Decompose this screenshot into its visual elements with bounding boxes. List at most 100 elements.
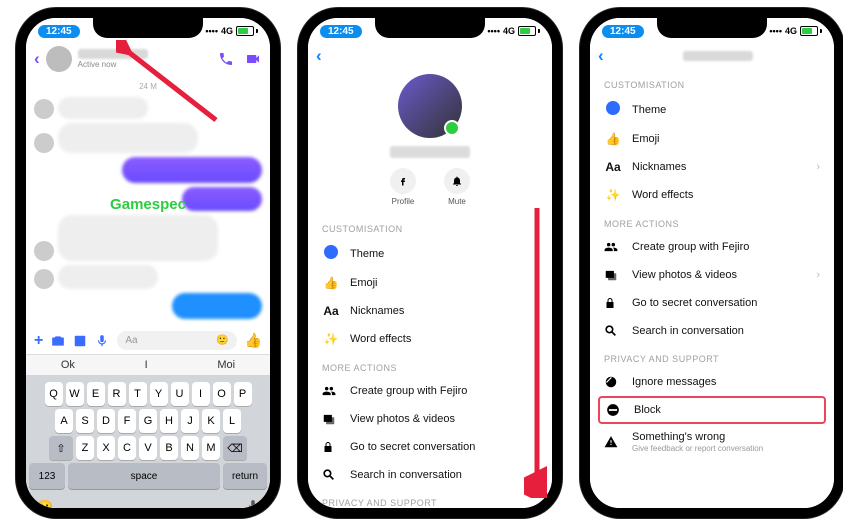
back-button[interactable]: ‹ <box>598 46 604 66</box>
key-t[interactable]: T <box>129 382 147 406</box>
key-123[interactable]: 123 <box>29 463 65 489</box>
watermark: Gamespec <box>110 196 186 213</box>
item-nicknames[interactable]: AaNicknames› <box>308 297 552 325</box>
key-x[interactable]: X <box>97 436 115 460</box>
key-v[interactable]: V <box>139 436 157 460</box>
item-word-effects[interactable]: ✨Word effects <box>308 325 552 353</box>
key-shift[interactable]: ⇧ <box>49 436 73 460</box>
back-button[interactable]: ‹ <box>316 46 322 66</box>
gallery-icon[interactable] <box>73 334 87 348</box>
key-return[interactable]: return <box>223 463 267 489</box>
key-k[interactable]: K <box>202 409 220 433</box>
key-a[interactable]: A <box>55 409 73 433</box>
people-icon <box>322 384 340 398</box>
key-l[interactable]: L <box>223 409 241 433</box>
facebook-icon <box>390 168 416 194</box>
item-word-effects[interactable]: ✨Word effects <box>590 181 834 209</box>
keyboard-suggestions[interactable]: Ok I Moi <box>26 354 270 375</box>
lock-icon <box>322 440 340 454</box>
lock-icon <box>604 296 622 310</box>
avatar[interactable] <box>46 46 72 72</box>
key-w[interactable]: W <box>66 382 84 406</box>
people-icon <box>604 240 622 254</box>
item-view-photos[interactable]: View photos & videos› <box>308 405 552 433</box>
key-backspace[interactable]: ⌫ <box>223 436 247 460</box>
key-y[interactable]: Y <box>150 382 168 406</box>
mic-icon[interactable] <box>95 334 109 348</box>
photos-icon <box>604 268 622 282</box>
sparkle-icon: ✨ <box>604 188 622 202</box>
profile-header: Profile Mute <box>308 70 552 214</box>
emoji-kb-icon[interactable]: 😀 <box>36 499 53 508</box>
key-g[interactable]: G <box>139 409 157 433</box>
contact-name-blur <box>390 146 470 158</box>
avatar-large[interactable] <box>398 74 462 138</box>
key-z[interactable]: Z <box>76 436 94 460</box>
section-customisation: CUSTOMISATION <box>308 214 552 238</box>
key-u[interactable]: U <box>171 382 189 406</box>
key-s[interactable]: S <box>76 409 94 433</box>
key-space[interactable]: space <box>68 463 220 489</box>
chevron-right-icon: › <box>816 269 820 281</box>
phone-chat: 12:45 ••••4G ‹ Active now 2 <box>16 8 280 518</box>
key-q[interactable]: Q <box>45 382 63 406</box>
key-r[interactable]: R <box>108 382 126 406</box>
key-p[interactable]: P <box>234 382 252 406</box>
sugg-2[interactable]: I <box>145 359 148 371</box>
item-theme[interactable]: Theme <box>590 94 834 125</box>
item-somethings-wrong[interactable]: Something's wrongGive feedback or report… <box>590 424 834 460</box>
item-nicknames[interactable]: AaNicknames› <box>590 153 834 181</box>
input-placeholder: Aa <box>125 335 137 346</box>
presence-dot <box>444 120 460 136</box>
status-time: 12:45 <box>602 25 644 38</box>
key-b[interactable]: B <box>160 436 178 460</box>
phone-settings-top: 12:45 ••••4G ‹ Profile Mute CUSTOMISATIO… <box>298 8 562 518</box>
search-icon <box>322 468 340 481</box>
keyboard[interactable]: QWERTYUIOP ASDFGHJKL ⇧ZXCVBNM⌫ 123 space… <box>26 375 270 495</box>
section-privacy: PRIVACY AND SUPPORT <box>308 488 552 508</box>
video-icon[interactable] <box>244 51 262 67</box>
sparkle-icon: ✨ <box>322 332 340 346</box>
quick-profile[interactable]: Profile <box>390 168 416 206</box>
item-view-photos[interactable]: View photos & videos› <box>590 261 834 289</box>
key-f[interactable]: F <box>118 409 136 433</box>
message-input[interactable]: Aa 🙂 <box>117 331 236 350</box>
item-theme[interactable]: Theme <box>308 238 552 269</box>
quick-mute[interactable]: Mute <box>444 168 470 206</box>
emoji-in-input-icon[interactable]: 🙂 <box>216 335 228 346</box>
annotation-arrow-header <box>116 40 226 130</box>
key-j[interactable]: J <box>181 409 199 433</box>
item-create-group[interactable]: Create group with Fejiro <box>590 233 834 261</box>
item-block[interactable]: Block <box>598 396 826 424</box>
block-icon <box>606 403 624 417</box>
dictate-icon[interactable] <box>246 499 260 508</box>
item-create-group[interactable]: Create group with Fejiro <box>308 377 552 405</box>
sugg-3[interactable]: Moi <box>217 359 235 371</box>
photos-icon <box>322 412 340 426</box>
section-privacy: PRIVACY AND SUPPORT <box>590 344 834 368</box>
item-ignore-messages[interactable]: Ignore messages <box>590 368 834 396</box>
item-emoji[interactable]: 👍Emoji <box>590 125 834 153</box>
sugg-1[interactable]: Ok <box>61 359 75 371</box>
item-secret-conversation[interactable]: Go to secret conversation <box>590 289 834 317</box>
text-icon: Aa <box>604 160 622 174</box>
key-e[interactable]: E <box>87 382 105 406</box>
item-secret-conversation[interactable]: Go to secret conversation <box>308 433 552 461</box>
camera-icon[interactable] <box>51 334 65 348</box>
thumbs-up-icon: 👍 <box>322 276 340 290</box>
status-time: 12:45 <box>320 25 362 38</box>
key-o[interactable]: O <box>213 382 231 406</box>
notch <box>375 16 485 38</box>
key-i[interactable]: I <box>192 382 210 406</box>
plus-icon[interactable]: + <box>34 332 43 350</box>
key-c[interactable]: C <box>118 436 136 460</box>
like-icon[interactable]: 👍 <box>245 332 262 349</box>
item-search-in-conversation[interactable]: Search in conversation <box>590 317 834 344</box>
key-h[interactable]: H <box>160 409 178 433</box>
key-m[interactable]: M <box>202 436 220 460</box>
key-d[interactable]: D <box>97 409 115 433</box>
back-button[interactable]: ‹ <box>34 49 40 69</box>
item-search-in-conversation[interactable]: Search in conversation <box>308 461 552 488</box>
key-n[interactable]: N <box>181 436 199 460</box>
item-emoji[interactable]: 👍Emoji <box>308 269 552 297</box>
